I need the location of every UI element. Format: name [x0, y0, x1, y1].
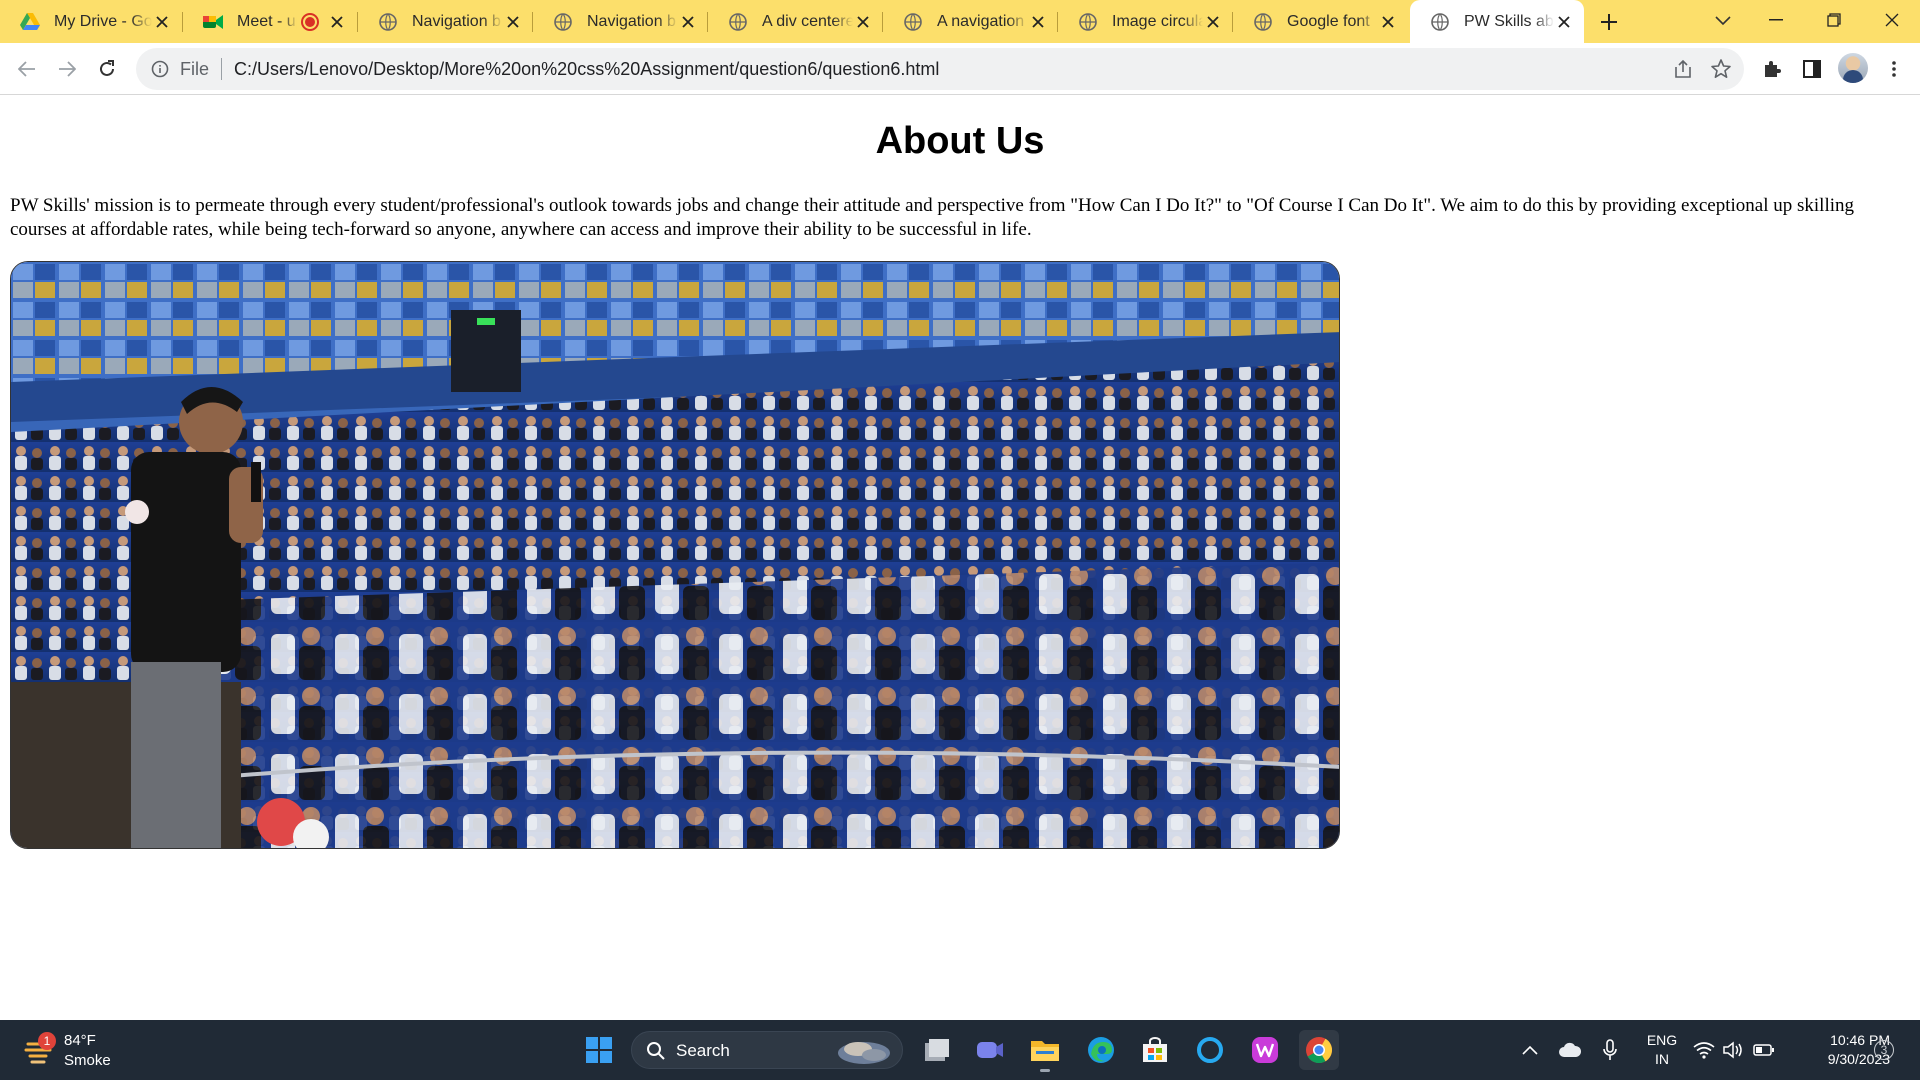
bookmark-star-icon[interactable]	[1710, 58, 1732, 80]
chrome-icon[interactable]	[1299, 1030, 1339, 1070]
tab-title: Navigation b	[587, 12, 676, 30]
cortana-icon[interactable]	[1190, 1030, 1230, 1070]
weather-temperature: 84°F	[64, 1032, 96, 1049]
tab-title: A div centere	[762, 12, 853, 30]
microphone-icon[interactable]	[1598, 1038, 1622, 1062]
tab-navigation-1[interactable]: Navigation b	[358, 0, 533, 43]
tab-title: A navigation	[937, 12, 1025, 30]
extensions-puzzle-icon[interactable]	[1758, 55, 1786, 83]
forward-arrow-icon[interactable]	[52, 54, 82, 84]
file-explorer-icon[interactable]	[1025, 1030, 1065, 1072]
minimize-icon[interactable]	[1748, 0, 1804, 40]
globe-icon	[553, 12, 573, 32]
omnibox-divider	[221, 58, 223, 80]
close-tab-icon[interactable]	[152, 11, 173, 33]
url-text[interactable]: C:/Users/Lenovo/Desktop/More%20on%20css%…	[234, 59, 939, 80]
close-tab-icon[interactable]	[1554, 11, 1574, 33]
page-heading: About Us	[875, 120, 1045, 162]
notification-count-badge[interactable]: 3	[1874, 1040, 1894, 1060]
more-menu-icon[interactable]	[1880, 55, 1908, 83]
tab-div-centered[interactable]: A div centere	[708, 0, 883, 43]
close-tab-icon[interactable]	[503, 11, 523, 33]
language-code: ENG	[1646, 1032, 1678, 1048]
mission-paragraph: PW Skills' mission is to permeate throug…	[10, 195, 1855, 240]
globe-icon	[1430, 12, 1450, 32]
tab-google-font[interactable]: Google font	[1233, 0, 1408, 43]
share-icon[interactable]	[1672, 58, 1694, 80]
tab-my-drive[interactable]: My Drive - Go	[0, 0, 183, 43]
close-tab-icon[interactable]	[1378, 11, 1398, 33]
tab-title: PW Skills abo	[1464, 12, 1555, 30]
page-viewport: About Us PW Skills' mission is to permea…	[0, 96, 1920, 1020]
taskbar-search-box[interactable]: Search	[631, 1031, 903, 1069]
close-window-icon[interactable]	[1864, 0, 1920, 40]
google-meet-icon	[203, 12, 223, 32]
wifi-icon[interactable]	[1692, 1038, 1716, 1062]
tab-a-navigation[interactable]: A navigation	[883, 0, 1058, 43]
globe-icon	[728, 12, 748, 32]
side-panel-icon[interactable]	[1798, 55, 1826, 83]
globe-icon	[903, 12, 923, 32]
close-tab-icon[interactable]	[326, 11, 348, 33]
site-info-icon[interactable]	[150, 59, 170, 79]
volume-icon[interactable]	[1722, 1038, 1746, 1062]
tab-search-chevron-down-icon[interactable]	[1708, 6, 1738, 36]
close-tab-icon[interactable]	[1203, 11, 1223, 33]
tab-title: Google font	[1287, 12, 1370, 30]
restore-icon[interactable]	[1806, 0, 1862, 40]
tab-pw-skills-active[interactable]: PW Skills abo	[1410, 0, 1584, 43]
globe-icon	[1253, 12, 1273, 32]
auditorium-photo	[10, 261, 1340, 849]
store-icon[interactable]	[1135, 1030, 1175, 1070]
show-hidden-icons-chevron-icon[interactable]	[1518, 1038, 1542, 1062]
new-tab-plus-icon[interactable]	[1594, 7, 1624, 37]
tab-navigation-2[interactable]: Navigation b	[533, 0, 708, 43]
close-tab-icon[interactable]	[853, 11, 873, 33]
tab-title: My Drive - Go	[54, 12, 152, 30]
tab-image-circular[interactable]: Image circula	[1058, 0, 1233, 43]
weather-alert-badge: 1	[38, 1032, 56, 1050]
globe-icon	[378, 12, 398, 32]
address-bar[interactable]: File C:/Users/Lenovo/Desktop/More%20on%2…	[136, 48, 1744, 90]
browser-toolbar: File C:/Users/Lenovo/Desktop/More%20on%2…	[0, 43, 1920, 95]
input-language-indicator[interactable]: ENG IN	[1642, 1031, 1682, 1069]
google-drive-icon	[20, 12, 40, 32]
recording-indicator-icon	[303, 14, 317, 29]
file-explorer-dark-icon[interactable]	[917, 1030, 957, 1070]
search-label: Search	[676, 1041, 730, 1060]
tab-meet[interactable]: Meet - up	[183, 0, 358, 43]
edge-icon[interactable]	[1081, 1030, 1121, 1070]
close-tab-icon[interactable]	[678, 11, 698, 33]
start-icon[interactable]	[579, 1030, 619, 1070]
wps-icon[interactable]	[1245, 1030, 1285, 1070]
back-arrow-icon[interactable]	[12, 54, 42, 84]
profile-avatar[interactable]	[1838, 53, 1868, 83]
teams-icon[interactable]	[970, 1030, 1010, 1070]
battery-icon[interactable]	[1752, 1038, 1776, 1062]
tab-title: Image circula	[1112, 12, 1203, 30]
search-highlight-art	[834, 1035, 894, 1067]
search-icon	[646, 1041, 666, 1061]
reload-icon[interactable]	[92, 54, 122, 84]
language-region: IN	[1655, 1051, 1669, 1067]
weather-widget[interactable]: 1 84°F Smoke	[20, 1028, 160, 1072]
close-tab-icon[interactable]	[1028, 11, 1048, 33]
globe-icon	[1078, 12, 1098, 32]
url-scheme-label: File	[180, 58, 210, 79]
tab-title: Navigation b	[412, 12, 501, 30]
onedrive-cloud-icon[interactable]	[1558, 1038, 1582, 1062]
tab-strip: My Drive - Go Meet - up Navigation b Nav…	[0, 0, 1920, 43]
weather-condition: Smoke	[64, 1052, 111, 1069]
windows-taskbar: 1 84°F Smoke Search ENG IN 10:46 PM 9/30…	[0, 1020, 1920, 1080]
tab-title: Meet - up	[237, 12, 297, 30]
